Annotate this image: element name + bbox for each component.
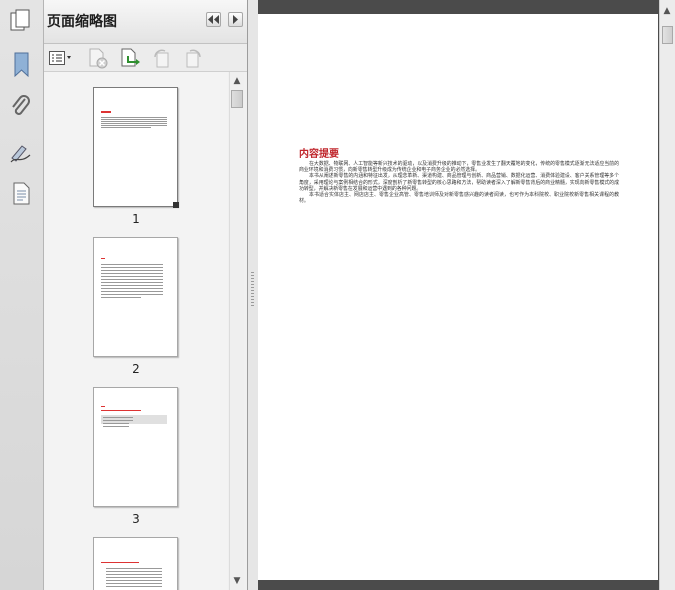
panel-title: 页面缩略图: [47, 14, 117, 30]
scroll-up-icon[interactable]: ▲: [230, 74, 244, 88]
attachment-icon[interactable]: [6, 92, 36, 122]
scrollbar-thumb[interactable]: [231, 90, 243, 108]
paragraph: 本书适合实体店主、网店店主、零售企业高管、零售培训师及对新零售感兴趣的读者阅读，…: [299, 192, 619, 205]
thumbnail-list: 1 2 3: [44, 72, 228, 590]
splitter-grip-icon: [251, 272, 254, 308]
signature-icon[interactable]: [6, 136, 36, 166]
options-menu-icon[interactable]: [48, 47, 74, 69]
paragraph: 在大数据、物联网、人工智能等新兴技术的驱动，以及消费升级的推动下，零售业发生了翻…: [299, 161, 619, 174]
navigation-strip: [0, 0, 44, 590]
pages-icon[interactable]: [6, 6, 36, 36]
page-heading: 内容提要: [299, 149, 339, 160]
page-body: 在大数据、物联网、人工智能等新兴技术的驱动，以及消费升级的推动下，零售业发生了翻…: [299, 161, 619, 204]
document-icon[interactable]: [6, 178, 36, 208]
options-button[interactable]: [228, 12, 243, 27]
bookmark-icon[interactable]: [6, 50, 36, 80]
thumbnail-scrollbar[interactable]: ▲ ▼: [229, 72, 244, 590]
page-number: 3: [132, 512, 140, 526]
rotate-left-icon[interactable]: [150, 47, 174, 69]
scroll-down-icon[interactable]: ▼: [230, 574, 244, 588]
page-thumbnail[interactable]: [93, 537, 178, 590]
paragraph: 本书从阐述新零售的内涵和特征出发，从理念革新、渠道构建、商品管理与创新、商品营销…: [299, 173, 619, 192]
document-page: 内容提要 在大数据、物联网、人工智能等新兴技术的驱动，以及消费升级的推动下，零售…: [258, 14, 658, 580]
double-left-arrow-icon: [208, 15, 219, 24]
page-number: 1: [132, 212, 140, 226]
delete-page-icon[interactable]: [86, 47, 110, 69]
insert-page-icon[interactable]: [118, 47, 142, 69]
page-thumbnail[interactable]: [93, 237, 178, 357]
page-thumbnail[interactable]: [93, 387, 178, 507]
document-scrollbar[interactable]: ▲: [659, 0, 675, 590]
panel-splitter[interactable]: [248, 0, 258, 590]
thumbnail-toolbar: [44, 44, 247, 72]
collapse-panel-button[interactable]: [206, 12, 221, 27]
scrollbar-thumb[interactable]: [662, 26, 673, 44]
scroll-up-icon[interactable]: ▲: [660, 4, 674, 18]
page-thumbnail[interactable]: [93, 87, 179, 208]
panel-header: 页面缩略图: [44, 0, 247, 44]
document-view: 内容提要 在大数据、物联网、人工智能等新兴技术的驱动，以及消费升级的推动下，零售…: [258, 0, 659, 590]
page-thumbnails-panel: 页面缩略图 1 2 3 ▲ ▼: [44, 0, 248, 590]
rotate-right-icon[interactable]: [181, 47, 205, 69]
right-arrow-icon: [233, 15, 238, 24]
page-number: 2: [132, 362, 140, 376]
